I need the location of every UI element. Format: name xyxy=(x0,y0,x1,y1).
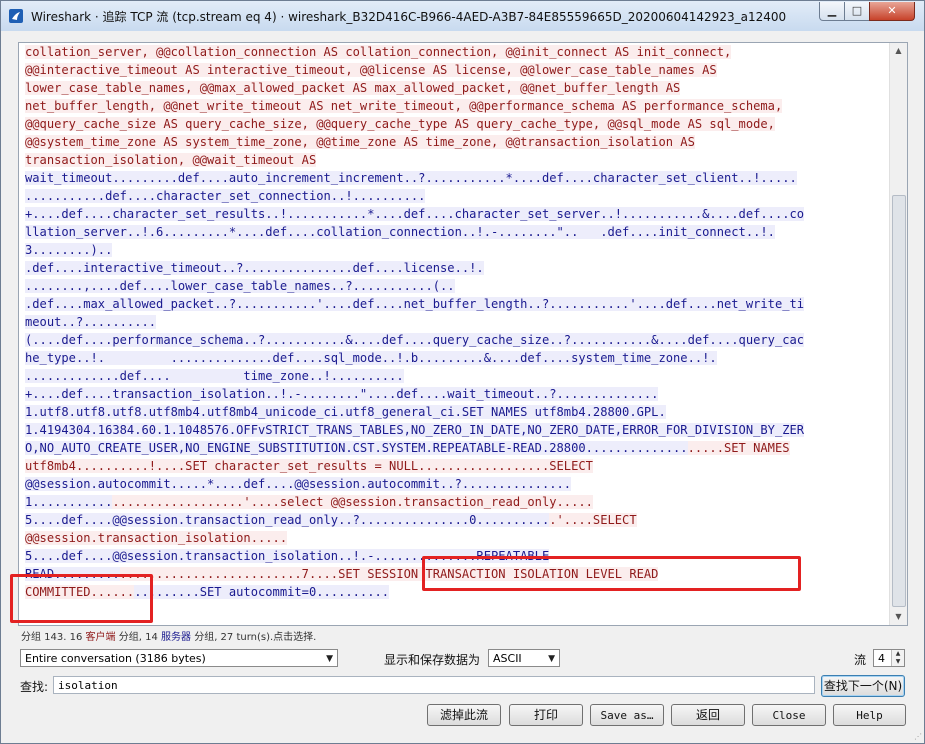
server-data: 3........).. xyxy=(25,243,113,257)
format-select[interactable]: ASCII ▼ xyxy=(488,649,560,667)
server-data: .............def.... time_zone..!.......… xyxy=(25,369,404,383)
server-data: ...........def....character_set_connecti… xyxy=(25,189,426,203)
stream-line[interactable]: net_buffer_length, @@net_write_timeout A… xyxy=(25,97,885,115)
scroll-down-icon[interactable]: ▼ xyxy=(890,609,907,625)
server-data: meout..?.......... xyxy=(25,315,157,329)
server-data: ........,....def....lower_case_table_nam… xyxy=(25,279,455,293)
wireshark-fin-icon xyxy=(9,9,23,23)
client-data: .'....SELECT xyxy=(549,513,637,527)
help-button[interactable]: Help xyxy=(833,704,906,726)
filter-out-button[interactable]: 滤掉此流 xyxy=(427,704,501,726)
server-data: .........SET autocommit=0.......... xyxy=(134,585,390,599)
stream-content-pane[interactable]: collation_server, @@collation_connection… xyxy=(18,42,908,626)
server-data: 5....def....@@session.transaction_read_o… xyxy=(25,513,550,527)
stream-line[interactable]: wait_timeout.........def....auto_increme… xyxy=(25,169,885,187)
client-label: 客户端 xyxy=(85,632,116,643)
print-button[interactable]: 打印 xyxy=(509,704,583,726)
client-data: ..................'....select @@session.… xyxy=(112,495,593,509)
close-window-button[interactable]: ✕ xyxy=(869,2,915,21)
stream-line[interactable]: +....def....character_set_results..!....… xyxy=(25,205,885,223)
server-data: 1.utf8.utf8.utf8.utf8mb4.utf8mb4_unicode… xyxy=(25,405,666,419)
window-title: Wireshark · 追踪 TCP 流 (tcp.stream eq 4) ·… xyxy=(31,10,787,24)
vertical-scrollbar[interactable]: ▲ ▼ xyxy=(889,43,907,625)
stream-line[interactable]: @@query_cache_size AS query_cache_size, … xyxy=(25,115,885,133)
stream-line[interactable]: @@session.autocommit.....*....def....@@s… xyxy=(25,475,885,493)
stream-line[interactable]: he_type..!. ..............def....sql_mod… xyxy=(25,349,885,367)
annotation-box-committed xyxy=(10,574,153,623)
back-button[interactable]: 返回 xyxy=(671,704,745,726)
close-button[interactable]: Close xyxy=(752,704,826,726)
save-as-button[interactable]: Save as… xyxy=(590,704,664,726)
client-data: @@query_cache_size AS query_cache_size, … xyxy=(25,117,775,131)
conversation-select[interactable]: Entire conversation (3186 bytes) ▼ xyxy=(20,649,338,667)
server-data: .def....max_allowed_packet..?...........… xyxy=(25,297,805,311)
stream-line[interactable]: 1.utf8.utf8.utf8.utf8mb4.utf8mb4_unicode… xyxy=(25,403,885,421)
server-data: +....def....character_set_results..!....… xyxy=(25,207,805,221)
find-input[interactable]: isolation xyxy=(53,676,815,694)
stream-status-text: 分组 143. 16 客户端 分组, 14 服务器 分组, 27 turn(s)… xyxy=(21,632,317,643)
maximize-button[interactable]: □ xyxy=(844,2,870,21)
display-as-label: 显示和保存数据为 xyxy=(384,653,481,667)
scroll-up-icon[interactable]: ▲ xyxy=(890,43,907,59)
stream-line[interactable]: @@system_time_zone AS system_time_zone, … xyxy=(25,133,885,151)
client-data: lower_case_table_names, @@max_allowed_pa… xyxy=(25,81,681,95)
chevron-down-icon: ▼ xyxy=(326,654,333,664)
client-data: .....SET NAMES xyxy=(687,441,790,455)
annotation-box-set-session xyxy=(422,556,801,591)
stream-line[interactable]: 1.4194304.16384.60.1.1048576.OFFvSTRICT_… xyxy=(25,421,885,439)
title-bar[interactable]: Wireshark · 追踪 TCP 流 (tcp.stream eq 4) ·… xyxy=(1,1,924,31)
stream-line[interactable]: ...........def....character_set_connecti… xyxy=(25,187,885,205)
stream-text[interactable]: collation_server, @@collation_connection… xyxy=(25,43,885,601)
stream-line[interactable]: 5....def....@@session.transaction_read_o… xyxy=(25,511,885,529)
stream-line[interactable]: .def....max_allowed_packet..?...........… xyxy=(25,295,885,313)
scrollbar-thumb[interactable] xyxy=(892,195,906,607)
server-data: .def....interactive_timeout..?..........… xyxy=(25,261,484,275)
follow-tcp-stream-window: Wireshark · 追踪 TCP 流 (tcp.stream eq 4) ·… xyxy=(0,0,925,744)
stream-line[interactable]: .def....interactive_timeout..?..........… xyxy=(25,259,885,277)
stream-line[interactable]: @@interactive_timeout AS interactive_tim… xyxy=(25,61,885,79)
stream-line[interactable]: 1.............................'....selec… xyxy=(25,493,885,511)
minimize-button[interactable]: ▁ xyxy=(819,2,845,21)
stream-line[interactable]: (....def....performance_schema..?.......… xyxy=(25,331,885,349)
stream-line[interactable]: ........,....def....lower_case_table_nam… xyxy=(25,277,885,295)
stream-line[interactable]: utf8mb4..........!....SET character_set_… xyxy=(25,457,885,475)
client-data: .....SELECT xyxy=(512,459,593,473)
stream-line[interactable]: collation_server, @@collation_connection… xyxy=(25,43,885,61)
server-data: 1........... xyxy=(25,495,113,509)
server-data: (....def....performance_schema..?.......… xyxy=(25,333,805,347)
client-data: @@session.transaction_isolation..... xyxy=(25,531,288,545)
server-data: O,NO_AUTO_CREATE_USER,NO_ENGINE_SUBSTITU… xyxy=(25,441,688,455)
find-label: 查找: xyxy=(20,680,49,694)
client-data: collation_server, @@collation_connection… xyxy=(25,45,732,59)
server-label: 服务器 xyxy=(161,632,192,643)
server-data: wait_timeout.........def....auto_increme… xyxy=(25,171,797,185)
resize-grip-icon[interactable]: ⋰ xyxy=(914,732,922,741)
stream-line[interactable]: 3........).. xyxy=(25,241,885,259)
server-data: he_type..!. ..............def....sql_mod… xyxy=(25,351,717,365)
spin-arrows-icon[interactable]: ▲ ▼ xyxy=(891,650,904,666)
client-data: utf8mb4..........!....SET character_set_… xyxy=(25,459,513,473)
stream-line[interactable]: lower_case_table_names, @@max_allowed_pa… xyxy=(25,79,885,97)
stream-line[interactable]: meout..?.......... xyxy=(25,313,885,331)
stream-label: 流 xyxy=(854,653,867,667)
client-data: @@system_time_zone AS system_time_zone, … xyxy=(25,135,695,149)
stream-line[interactable]: +....def....transaction_isolation..!.-..… xyxy=(25,385,885,403)
stream-line[interactable]: transaction_isolation, @@wait_timeout AS xyxy=(25,151,885,169)
chevron-down-icon: ▼ xyxy=(548,654,555,664)
stream-line[interactable]: @@session.transaction_isolation..... xyxy=(25,529,885,547)
stream-line[interactable]: .............def.... time_zone..!.......… xyxy=(25,367,885,385)
server-data: llation_server..!.6.........*....def....… xyxy=(25,225,775,239)
stream-line[interactable]: llation_server..!.6.........*....def....… xyxy=(25,223,885,241)
server-data: +....def....transaction_isolation..!.-..… xyxy=(25,387,659,401)
find-next-button[interactable]: 查找下一个(N) xyxy=(821,675,905,697)
client-data: net_buffer_length, @@net_write_timeout A… xyxy=(25,99,783,113)
stream-line[interactable]: O,NO_AUTO_CREATE_USER,NO_ENGINE_SUBSTITU… xyxy=(25,439,885,457)
stream-number-spinbox[interactable]: 4 ▲ ▼ xyxy=(873,649,905,667)
server-data: 1.4194304.16384.60.1.1048576.OFFvSTRICT_… xyxy=(25,423,805,437)
client-data: transaction_isolation, @@wait_timeout AS xyxy=(25,153,317,167)
client-data: @@interactive_timeout AS interactive_tim… xyxy=(25,63,717,77)
server-data: @@session.autocommit.....*....def....@@s… xyxy=(25,477,572,491)
